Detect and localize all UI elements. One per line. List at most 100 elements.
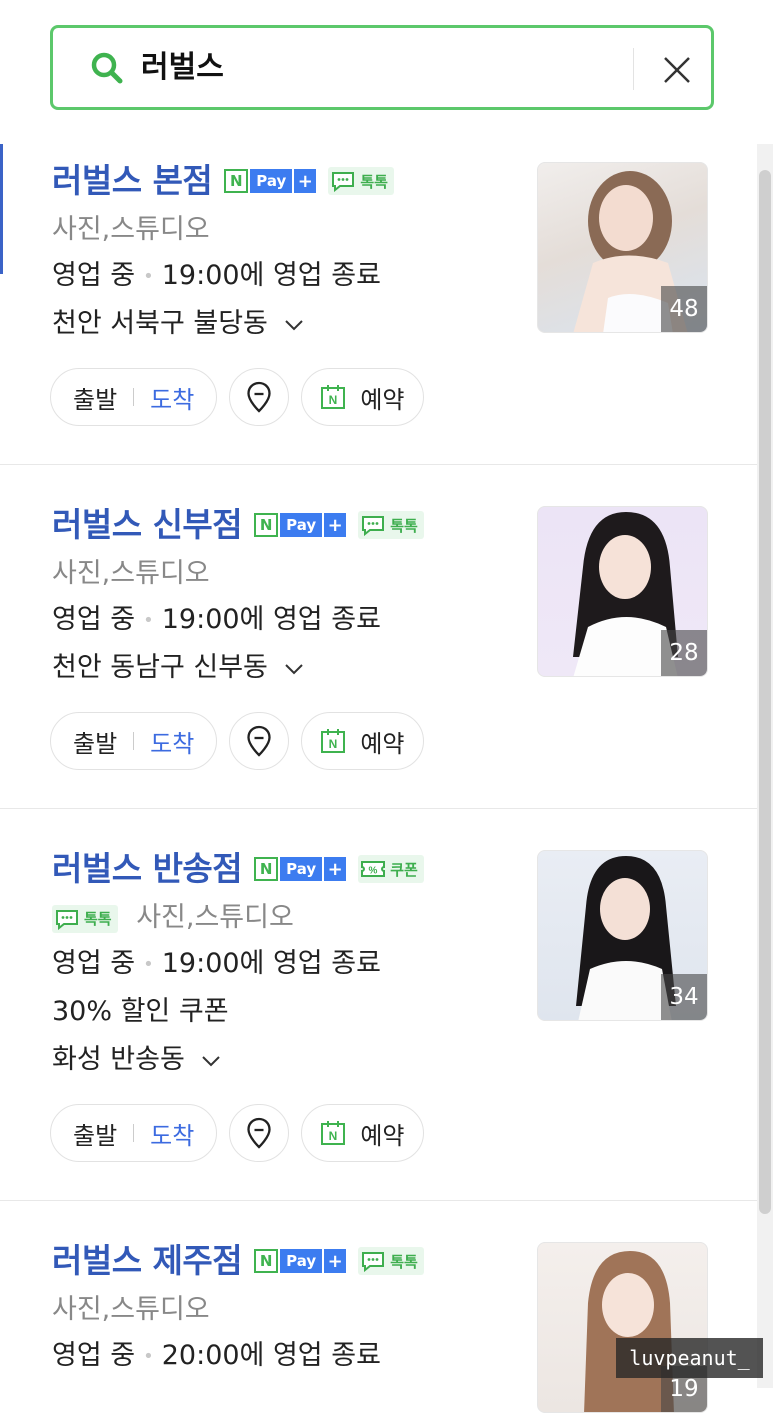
npay-n-mark: N bbox=[224, 169, 249, 193]
address[interactable]: 화성 반송동 bbox=[52, 1042, 221, 1078]
photo-count: 34 bbox=[661, 974, 707, 1020]
address[interactable]: 천안 서북구 불당동 bbox=[52, 306, 304, 342]
watermark: luvpeanut_ bbox=[616, 1338, 763, 1378]
route-button[interactable]: 출발 도착 bbox=[50, 1104, 218, 1162]
arrival-button[interactable]: 도착 bbox=[150, 380, 194, 415]
map-pin-icon bbox=[247, 381, 271, 413]
action-buttons: 출발 도착 N 예약 bbox=[50, 1104, 424, 1162]
place-name[interactable]: 러벌스 신부점 bbox=[52, 505, 243, 545]
status-open: 영업 중 bbox=[52, 1340, 136, 1371]
scrollbar-thumb[interactable] bbox=[759, 170, 771, 1214]
npay-n-mark: N bbox=[254, 1249, 279, 1273]
place-name[interactable]: 러벌스 제주점 bbox=[52, 1241, 243, 1281]
arrival-button[interactable]: 도착 bbox=[150, 724, 194, 759]
talktalk-badge[interactable]: 톡톡 bbox=[52, 904, 118, 933]
search-divider bbox=[633, 48, 634, 90]
route-button[interactable]: 출발 도착 bbox=[50, 368, 218, 426]
result-list: 러벌스 본점 N Pay + 톡톡 사진,스튜디오 영업 중 • 19:00에 영업… bbox=[0, 144, 757, 1413]
category: 사진,스튜디오 bbox=[52, 214, 210, 245]
map-pin-button[interactable] bbox=[229, 368, 290, 426]
action-buttons: 출발 도착 N 예약 bbox=[50, 712, 424, 770]
talktalk-label: 톡톡 bbox=[390, 1252, 418, 1271]
reserve-button[interactable]: N 예약 bbox=[301, 712, 424, 770]
address-text: 화성 반송동 bbox=[52, 1044, 185, 1075]
arrival-button[interactable]: 도착 bbox=[150, 1116, 194, 1151]
close-time: 20:00에 영업 종료 bbox=[161, 1340, 381, 1371]
coupon-label: 쿠폰 bbox=[390, 860, 418, 879]
photo-count: 48 bbox=[661, 286, 707, 332]
chevron-down-icon bbox=[202, 1055, 221, 1066]
category: 사진,스튜디오 bbox=[136, 902, 294, 933]
talktalk-badge[interactable]: 톡톡 bbox=[358, 1247, 424, 1275]
status-open: 영업 중 bbox=[52, 604, 136, 635]
close-time: 19:00에 영업 종료 bbox=[161, 604, 381, 635]
svg-text:%: % bbox=[369, 866, 378, 877]
svg-text:N: N bbox=[329, 393, 338, 407]
title-row: 러벌스 신부점 N Pay + 톡톡 bbox=[52, 505, 424, 545]
talktalk-label: 톡톡 bbox=[360, 172, 388, 191]
chat-bubble-icon bbox=[332, 172, 355, 192]
departure-button[interactable]: 출발 bbox=[73, 724, 117, 759]
npay-pay-mark: Pay bbox=[250, 169, 293, 193]
address[interactable]: 천안 동남구 신부동 bbox=[52, 650, 304, 686]
map-pin-button[interactable] bbox=[229, 1104, 290, 1162]
place-photo[interactable]: 48 bbox=[537, 162, 708, 333]
address-text: 천안 서북구 불당동 bbox=[52, 308, 268, 339]
place-name[interactable]: 러벌스 본점 bbox=[52, 161, 213, 201]
map-pin-icon bbox=[247, 1117, 271, 1149]
place-photo[interactable]: 28 bbox=[537, 506, 708, 677]
reserve-button[interactable]: N 예약 bbox=[301, 368, 424, 426]
close-icon[interactable] bbox=[657, 50, 697, 90]
npay-plus-mark: + bbox=[294, 169, 317, 193]
close-time: 19:00에 영업 종료 bbox=[161, 948, 381, 979]
chat-bubble-icon bbox=[362, 1252, 385, 1272]
npay-pay-mark: Pay bbox=[280, 857, 323, 881]
title-row: 러벌스 본점 N Pay + 톡톡 bbox=[52, 161, 394, 201]
category: 사진,스튜디오 bbox=[52, 1294, 210, 1325]
close-time: 19:00에 영업 종료 bbox=[161, 260, 381, 291]
npay-n-mark: N bbox=[254, 513, 279, 537]
map-pin-button[interactable] bbox=[229, 712, 290, 770]
search-input[interactable]: 러벌스 bbox=[141, 48, 224, 88]
route-button[interactable]: 출발 도착 bbox=[50, 712, 218, 770]
action-buttons: 출발 도착 N 예약 bbox=[50, 368, 424, 426]
list-item[interactable]: 러벌스 본점 N Pay + 톡톡 사진,스튜디오 영업 중 • 19:00에 영업… bbox=[0, 144, 757, 465]
list-item[interactable]: 러벌스 신부점 N Pay + 톡톡 사진,스튜디오 영업 중 • 19:00에 영… bbox=[0, 465, 757, 809]
npay-plus-badge: N Pay + bbox=[254, 857, 347, 881]
npay-plus-badge: N Pay + bbox=[224, 169, 317, 193]
title-row: 러벌스 제주점 N Pay + 톡톡 bbox=[52, 1241, 424, 1281]
npay-plus-badge: N Pay + bbox=[254, 513, 347, 537]
npay-plus-mark: + bbox=[324, 1249, 347, 1273]
npay-plus-badge: N Pay + bbox=[254, 1249, 347, 1273]
naver-booking-icon: N bbox=[321, 729, 346, 753]
address-text: 천안 동남구 신부동 bbox=[52, 652, 268, 683]
npay-pay-mark: Pay bbox=[280, 1249, 323, 1273]
naver-booking-icon: N bbox=[321, 385, 346, 409]
npay-plus-mark: + bbox=[324, 513, 347, 537]
reserve-button[interactable]: N 예약 bbox=[301, 1104, 424, 1162]
coupon-badge[interactable]: % 쿠폰 bbox=[358, 855, 424, 883]
talktalk-label: 톡톡 bbox=[84, 909, 112, 928]
list-item[interactable]: 러벌스 반송점 N Pay + % 쿠폰 톡톡 사진,스튜디오 영업 중 • 19:… bbox=[0, 809, 757, 1201]
reserve-label: 예약 bbox=[360, 729, 405, 758]
search-header: 러벌스 bbox=[0, 0, 757, 144]
place-name[interactable]: 러벌스 반송점 bbox=[52, 849, 243, 889]
npay-n-mark: N bbox=[254, 857, 279, 881]
departure-button[interactable]: 출발 bbox=[73, 380, 117, 415]
departure-button[interactable]: 출발 bbox=[73, 1116, 117, 1151]
category-row: 톡톡 사진,스튜디오 bbox=[52, 900, 294, 936]
coupon-info[interactable]: 30% 할인 쿠폰 bbox=[52, 994, 229, 1030]
place-photo[interactable]: 34 bbox=[537, 850, 708, 1021]
reserve-label: 예약 bbox=[360, 1121, 405, 1150]
chevron-down-icon bbox=[285, 663, 304, 674]
category: 사진,스튜디오 bbox=[52, 558, 210, 589]
status-open: 영업 중 bbox=[52, 948, 136, 979]
naver-booking-icon: N bbox=[321, 1121, 346, 1145]
talktalk-badge[interactable]: 톡톡 bbox=[328, 167, 394, 195]
place-photo[interactable]: 19 bbox=[537, 1242, 708, 1413]
title-row: 러벌스 반송점 N Pay + % 쿠폰 bbox=[52, 849, 424, 889]
talktalk-badge[interactable]: 톡톡 bbox=[358, 511, 424, 539]
search-box[interactable]: 러벌스 bbox=[50, 25, 714, 110]
npay-pay-mark: Pay bbox=[280, 513, 323, 537]
chat-bubble-icon bbox=[362, 516, 385, 536]
